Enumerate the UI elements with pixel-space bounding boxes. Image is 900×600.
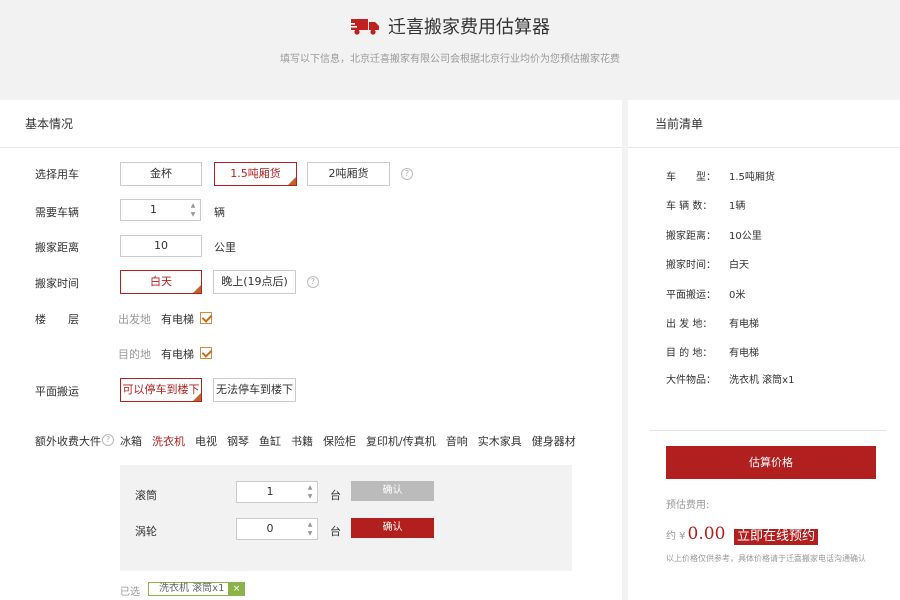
tab-copier[interactable]: 复印机/传真机 bbox=[366, 433, 436, 449]
remove-tag-icon[interactable]: × bbox=[228, 582, 245, 596]
page-subtitle: 填写以下信息，北京迁喜搬家有限公司会根据北京行业均价为您预估搬家花费 bbox=[280, 54, 620, 65]
basic-info-title: 基本情况 bbox=[0, 100, 622, 148]
chosen-label: 已选 bbox=[120, 587, 140, 598]
flat-move-option-cannot-park[interactable]: 无法停车到楼下 bbox=[213, 378, 296, 402]
from-elevator-label: 有电梯 bbox=[161, 313, 194, 326]
item-turbo-stepper[interactable]: 0 ▲ ▼ bbox=[236, 518, 318, 540]
distance-value: 10 bbox=[154, 239, 168, 252]
vehicle-count-value: 1 bbox=[150, 203, 157, 216]
price-value: 0.00 bbox=[687, 524, 726, 544]
flat-move-label: 平面搬运 bbox=[35, 385, 79, 398]
spinner-arrows-icon[interactable]: ▲ ▼ bbox=[188, 201, 198, 219]
help-icon[interactable]: ? bbox=[307, 276, 319, 288]
summary-row: 搬家距离： 10公里 bbox=[666, 231, 762, 242]
tab-fish-tank[interactable]: 鱼缸 bbox=[259, 433, 281, 449]
tab-books[interactable]: 书籍 bbox=[291, 433, 313, 449]
vehicle-option-1-5t[interactable]: 1.5吨厢货 bbox=[214, 162, 297, 186]
to-label: 目的地 bbox=[118, 348, 151, 361]
tab-tv[interactable]: 电视 bbox=[195, 433, 217, 449]
book-online-link[interactable]: 立即在线预约 bbox=[734, 529, 819, 545]
disclaimer-text: 以上价格仅供参考，具体价格请于迁喜搬家电话沟通确认 bbox=[666, 554, 866, 563]
vehicle-option-jinbei[interactable]: 金杯 bbox=[120, 162, 202, 186]
flat-move-option-can-park[interactable]: 可以停车到楼下 bbox=[120, 378, 202, 402]
divider bbox=[650, 430, 886, 431]
summary-row: 平面搬运： 0米 bbox=[666, 290, 746, 301]
chosen-item-tag: 洗衣机 滚筒x1 × bbox=[148, 582, 246, 596]
to-elevator-label: 有电梯 bbox=[161, 348, 194, 361]
vehicle-label: 选择用车 bbox=[35, 168, 79, 181]
help-icon[interactable]: ? bbox=[102, 434, 114, 446]
summary-row: 搬家时间： 白天 bbox=[666, 260, 749, 271]
tab-fridge[interactable]: 冰箱 bbox=[120, 433, 142, 449]
summary-row: 目 的 地： 有电梯 bbox=[666, 348, 759, 359]
from-label: 出发地 bbox=[118, 313, 151, 326]
title-row: 迁喜搬家费用估算器 bbox=[0, 13, 900, 39]
item-drum-label: 滚筒 bbox=[135, 489, 157, 502]
tab-wood-furniture[interactable]: 实木家具 bbox=[478, 433, 522, 449]
help-icon[interactable]: ? bbox=[401, 168, 413, 180]
distance-label: 搬家距离 bbox=[35, 241, 79, 254]
summary-row: 车 型： 1.5吨厢货 bbox=[666, 172, 775, 183]
spinner-arrows-icon[interactable]: ▲ ▼ bbox=[305, 520, 315, 538]
time-label: 搬家时间 bbox=[35, 277, 79, 290]
tab-fitness[interactable]: 健身器材 bbox=[532, 433, 576, 449]
price-prefix: 约 ¥ bbox=[666, 531, 686, 542]
item-drum-confirm-button[interactable]: 确认 bbox=[351, 481, 434, 501]
estimate-label: 预估费用: bbox=[666, 500, 710, 511]
tab-washer[interactable]: 洗衣机 bbox=[152, 433, 185, 449]
page-title: 迁喜搬家费用估算器 bbox=[388, 17, 550, 38]
item-drum-value: 1 bbox=[266, 485, 274, 498]
tab-piano[interactable]: 钢琴 bbox=[227, 433, 249, 449]
tab-safe[interactable]: 保险柜 bbox=[323, 433, 356, 449]
floor-label: 楼 层 bbox=[35, 313, 79, 326]
item-turbo-unit: 台 bbox=[330, 525, 341, 538]
vehicle-count-unit: 辆 bbox=[214, 206, 225, 219]
time-option-night[interactable]: 晚上(19点后) bbox=[213, 270, 296, 294]
distance-unit: 公里 bbox=[214, 241, 236, 254]
page-header: 迁喜搬家费用估算器 填写以下信息，北京迁喜搬家有限公司会根据北京行业均价为您预估… bbox=[0, 0, 900, 100]
item-drum-unit: 台 bbox=[330, 489, 341, 502]
spinner-arrows-icon[interactable]: ▲ ▼ bbox=[305, 483, 315, 501]
item-turbo-confirm-button[interactable]: 确认 bbox=[351, 518, 434, 538]
summary-title: 当前清单 bbox=[628, 100, 900, 148]
extra-items-tabs: 冰箱 洗衣机 电视 钢琴 鱼缸 书籍 保险柜 复印机/传真机 音响 实木家具 健… bbox=[120, 433, 576, 449]
item-turbo-label: 涡轮 bbox=[135, 525, 157, 538]
summary-row: 车 辆 数： 1辆 bbox=[666, 201, 746, 212]
price-row: 约 ¥ 0.00 bbox=[666, 524, 725, 544]
summary-row: 大件物品： 洗衣机 滚筒x1 bbox=[666, 375, 795, 386]
estimate-price-button[interactable]: 估算价格 bbox=[666, 446, 876, 479]
washer-options-panel bbox=[120, 465, 572, 571]
item-turbo-value: 0 bbox=[266, 522, 274, 535]
from-elevator-checkbox[interactable] bbox=[200, 312, 212, 324]
truck-icon bbox=[350, 19, 379, 35]
to-elevator-checkbox[interactable] bbox=[200, 347, 212, 359]
chosen-item-text: 洗衣机 滚筒x1 bbox=[159, 583, 225, 594]
time-option-day[interactable]: 白天 bbox=[120, 270, 202, 294]
item-drum-stepper[interactable]: 1 ▲ ▼ bbox=[236, 481, 318, 503]
distance-input[interactable]: 10 bbox=[120, 235, 202, 257]
extra-items-label: 额外收费大件 bbox=[35, 435, 101, 448]
tab-audio[interactable]: 音响 bbox=[446, 433, 468, 449]
summary-row: 出 发 地： 有电梯 bbox=[666, 319, 759, 330]
vehicle-count-label: 需要车辆 bbox=[35, 206, 79, 219]
vehicle-option-2t[interactable]: 2吨厢货 bbox=[307, 162, 390, 186]
vehicle-count-stepper[interactable]: 1 ▲ ▼ bbox=[120, 199, 201, 221]
